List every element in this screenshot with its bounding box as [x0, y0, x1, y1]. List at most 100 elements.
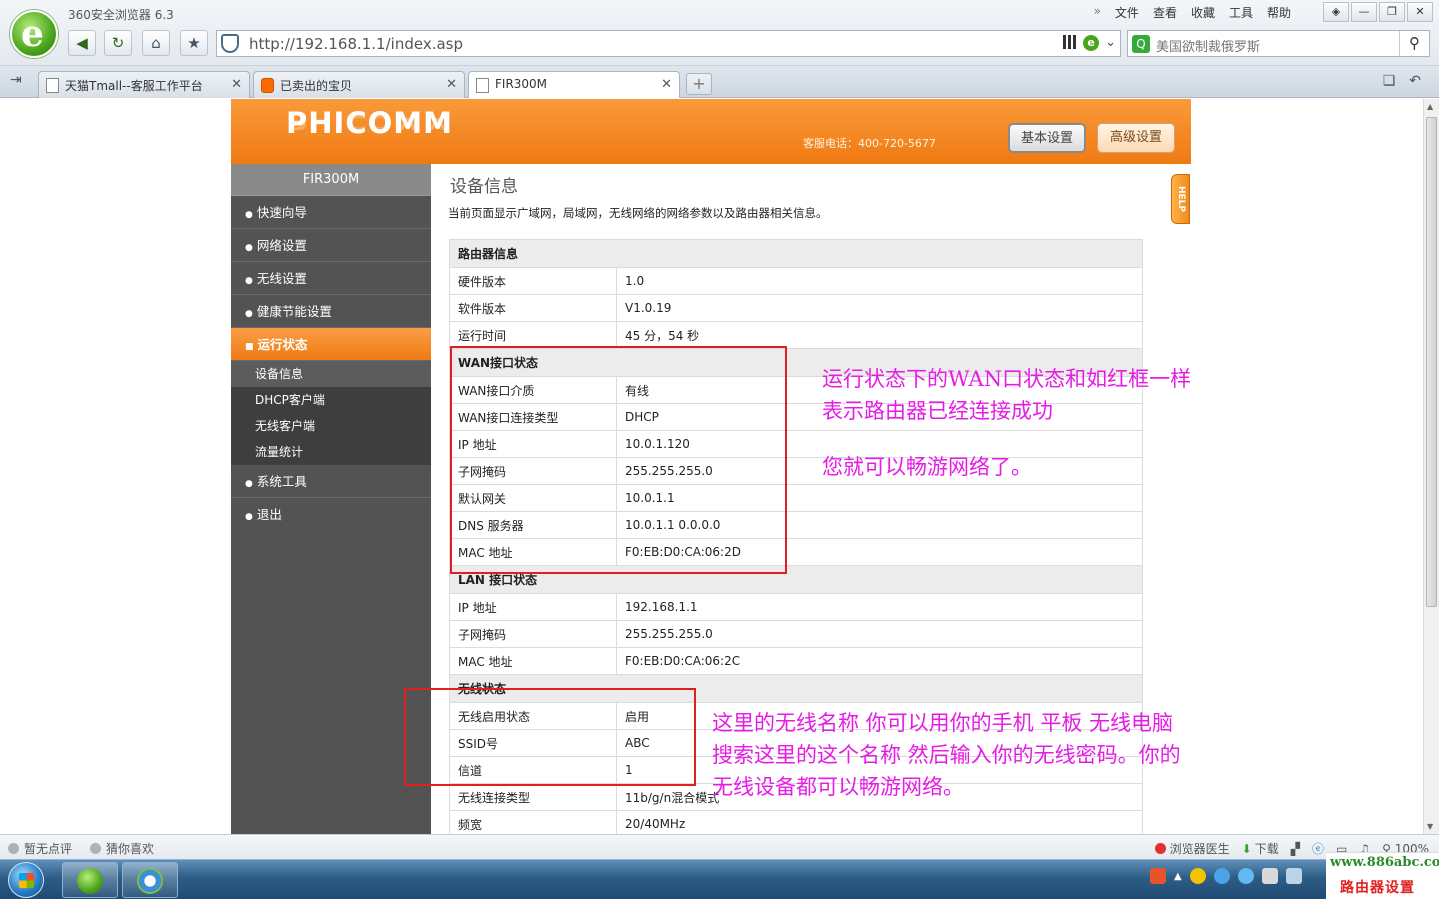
- browser-statusbar: 暂无点评 猜你喜欢 浏览器医生 ⬇ 下载 ▞ ⓔ ▭ ♫ ⚲ 100%: [0, 834, 1439, 859]
- tab-label: 已卖出的宝贝: [280, 79, 353, 93]
- restore-tab-icon[interactable]: ❏: [1383, 73, 1396, 89]
- address-bar[interactable]: http://192.168.1.1/index.asp e ⌄: [216, 30, 1121, 57]
- qianniu-app-icon: [137, 868, 163, 894]
- download-button[interactable]: ⬇ 下载: [1242, 840, 1279, 857]
- tray-app2-icon[interactable]: [1237, 868, 1254, 884]
- annotation-wan-line1: 运行状态下的WAN口状态和如红框一样: [822, 367, 1192, 391]
- tab-tools: ❏ ↶: [1383, 73, 1421, 89]
- rating-icon: [8, 843, 19, 854]
- minimize-button[interactable]: —: [1351, 2, 1377, 22]
- tray-expand-icon[interactable]: ▲: [1174, 871, 1182, 882]
- help-tab[interactable]: HELP: [1171, 174, 1190, 224]
- menu-help[interactable]: 帮助: [1267, 4, 1291, 21]
- nav-wireless-settings[interactable]: ● 无线设置: [231, 262, 431, 295]
- subnav-wireless-clients[interactable]: 无线客户端: [231, 413, 431, 439]
- menu-view[interactable]: 查看: [1153, 4, 1177, 21]
- brand-logo-reflection: PHICOMM: [286, 110, 453, 134]
- address-url[interactable]: http://192.168.1.1/index.asp: [249, 35, 463, 53]
- nav-logout[interactable]: ● 退出: [231, 498, 431, 531]
- annotation-wireless-line2: 搜索这里的这个名称 然后输入你的无线密码。你的: [712, 743, 1181, 767]
- rating-label: 暂无点评: [24, 842, 73, 856]
- nav-label: 网络设置: [256, 238, 307, 253]
- tab-close-icon[interactable]: ✕: [446, 77, 457, 92]
- refresh-button[interactable]: ↻: [104, 30, 132, 56]
- basic-settings-button[interactable]: 基本设置: [1008, 123, 1086, 153]
- subnav-device-info[interactable]: 设备信息: [231, 361, 431, 387]
- back-button[interactable]: ◀: [68, 30, 96, 56]
- network-icon[interactable]: [1285, 868, 1302, 884]
- taskbar-qianniu[interactable]: [122, 862, 178, 898]
- favorite-star-button[interactable]: ★: [180, 30, 208, 56]
- input-method-icon[interactable]: [1150, 868, 1166, 884]
- menu-tools[interactable]: 工具: [1229, 4, 1253, 21]
- rating-status[interactable]: 暂无点评: [8, 840, 72, 857]
- page-title: 设备信息: [450, 177, 518, 197]
- start-button[interactable]: [8, 862, 44, 898]
- qr-code-icon[interactable]: [1063, 35, 1078, 49]
- home-button[interactable]: ⌂: [142, 30, 170, 56]
- support-hotline: 客服电话：400-720-5677: [803, 137, 936, 150]
- taskbar-360-browser[interactable]: [62, 862, 118, 898]
- engine-switch-icon[interactable]: e: [1083, 35, 1100, 51]
- doctor-label: 浏览器医生: [1169, 842, 1230, 856]
- menu-file[interactable]: 文件: [1115, 4, 1139, 21]
- advanced-settings-button[interactable]: 高级设置: [1097, 123, 1175, 153]
- search-engine-icon[interactable]: Q: [1132, 35, 1150, 53]
- tab-close-icon[interactable]: ✕: [661, 77, 672, 92]
- scroll-down-icon[interactable]: ▼: [1427, 822, 1433, 831]
- ie-mode-icon[interactable]: ⓔ: [1312, 840, 1324, 857]
- row-value: 1.0: [616, 267, 1143, 295]
- nav-power-saving[interactable]: ● 健康节能设置: [231, 295, 431, 328]
- taobao-icon: [261, 78, 274, 93]
- address-dropdown-icon[interactable]: ⌄: [1105, 35, 1116, 51]
- close-window-button[interactable]: ✕: [1407, 2, 1433, 22]
- tab-label: 天猫Tmall--客服工作平台: [65, 79, 203, 93]
- nav-network-settings[interactable]: ● 网络设置: [231, 229, 431, 262]
- browser-app-icon: [77, 868, 103, 894]
- speech-bubble-icon[interactable]: ▞: [1291, 842, 1300, 856]
- nav-label: 退出: [256, 507, 282, 522]
- recommend-status[interactable]: 猜你喜欢: [90, 840, 154, 857]
- menu-favorites[interactable]: 收藏: [1191, 4, 1215, 21]
- tab-label: FIR300M: [495, 77, 548, 91]
- system-tray: ▲: [1150, 868, 1302, 884]
- qq-icon[interactable]: [1189, 868, 1206, 884]
- row-key: 硬件版本: [449, 267, 617, 295]
- tab-sold-items[interactable]: 已卖出的宝贝 ✕: [253, 71, 465, 98]
- tab-fir300m[interactable]: FIR300M ✕: [468, 71, 680, 98]
- menu-more-icon[interactable]: »: [1094, 4, 1101, 21]
- row-key: 软件版本: [449, 294, 617, 322]
- site-watermark: www.886abc.com 路由器设置: [1326, 852, 1439, 899]
- tab-bar: ⇥ 天猫Tmall--客服工作平台 ✕ 已卖出的宝贝 ✕ FIR300M ✕ +…: [0, 66, 1439, 98]
- restore-button[interactable]: ❐: [1379, 2, 1405, 22]
- search-box[interactable]: Q 美国欲制裁俄罗斯 ⚲: [1127, 30, 1430, 57]
- vertical-scrollbar[interactable]: ▲ ▼: [1423, 99, 1439, 834]
- page-icon: [476, 78, 489, 93]
- scrollbar-thumb[interactable]: [1426, 117, 1437, 607]
- search-icon[interactable]: ⚲: [1399, 31, 1429, 56]
- annotation-wireless-line1: 这里的无线名称 你可以用你的手机 平板 无线电脑: [712, 711, 1174, 735]
- sidebar-toggle-icon[interactable]: ⇥: [10, 72, 22, 88]
- browser-titlebar: e 360安全浏览器 6.3 » 文件 查看 收藏 工具 帮助 ◈ — ❐ ✕ …: [0, 0, 1439, 66]
- browser-doctor[interactable]: 浏览器医生: [1154, 840, 1230, 857]
- tab-close-icon[interactable]: ✕: [231, 77, 242, 92]
- new-tab-button[interactable]: +: [686, 73, 712, 95]
- watermark-url: www.886abc.com: [1330, 855, 1439, 870]
- scroll-up-icon[interactable]: ▲: [1427, 102, 1433, 111]
- action-center-icon[interactable]: [1261, 868, 1278, 884]
- search-input[interactable]: 美国欲制裁俄罗斯: [1156, 36, 1260, 55]
- security-shield-icon[interactable]: [221, 34, 239, 53]
- nav-quick-setup[interactable]: ● 快速向导: [231, 196, 431, 229]
- row-key: MAC 地址: [449, 647, 617, 675]
- subnav-dhcp-clients[interactable]: DHCP客户端: [231, 387, 431, 413]
- undo-close-icon[interactable]: ↶: [1409, 73, 1421, 89]
- nav-running-status[interactable]: ■ 运行状态: [231, 328, 431, 361]
- annotation-wan-line2: 表示路由器已经连接成功: [822, 399, 1053, 423]
- row-key: 无线连接类型: [449, 783, 617, 811]
- recommend-icon: [90, 843, 102, 854]
- tab-tmall[interactable]: 天猫Tmall--客服工作平台 ✕: [38, 71, 250, 98]
- subnav-traffic-stats[interactable]: 流量统计: [231, 439, 431, 465]
- nav-system-tools[interactable]: ● 系统工具: [231, 465, 431, 498]
- tray-app-icon[interactable]: [1213, 868, 1230, 884]
- skin-icon[interactable]: ◈: [1323, 2, 1349, 22]
